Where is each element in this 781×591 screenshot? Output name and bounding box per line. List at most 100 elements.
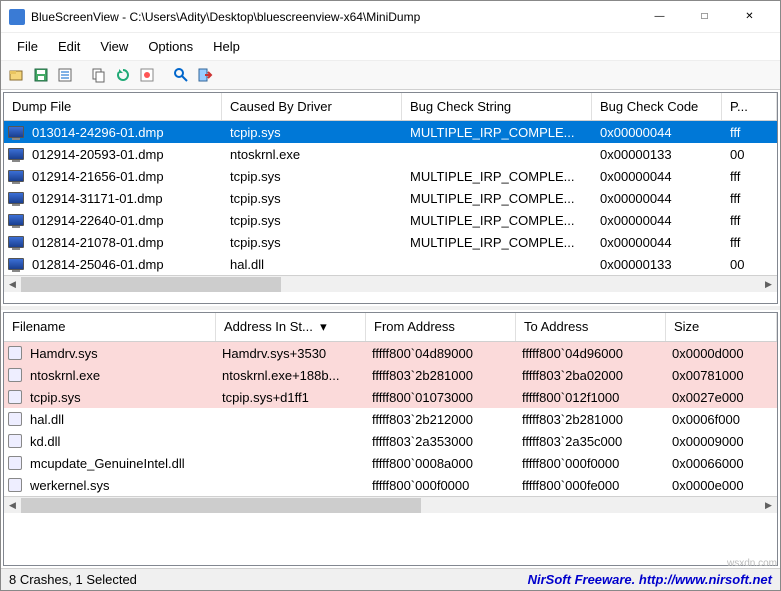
cell-size: 0x00009000 bbox=[664, 432, 764, 451]
driver-list-rows[interactable]: Hamdrv.sysHamdrv.sys+3530fffff800`04d890… bbox=[4, 342, 777, 496]
cell-driver: ntoskrnl.exe bbox=[222, 145, 402, 164]
driver-hscroll[interactable]: ◀ ▶ bbox=[4, 496, 777, 513]
status-link[interactable]: NirSoft Freeware. http://www.nirsoft.net bbox=[520, 572, 780, 587]
driver-list-header: Filename Address In St... ▾ From Address… bbox=[4, 313, 777, 342]
col-to-address[interactable]: To Address bbox=[516, 313, 666, 341]
table-row[interactable]: 013014-24296-01.dmptcpip.sysMULTIPLE_IRP… bbox=[4, 121, 777, 143]
properties-icon[interactable] bbox=[55, 65, 75, 85]
scroll-right-icon[interactable]: ▶ bbox=[760, 276, 777, 293]
table-row[interactable]: 012914-20593-01.dmpntoskrnl.exe0x0000013… bbox=[4, 143, 777, 165]
menu-file[interactable]: File bbox=[7, 35, 48, 58]
menu-edit[interactable]: Edit bbox=[48, 35, 90, 58]
cell-addr: Hamdrv.sys+3530 bbox=[214, 344, 364, 363]
window-title: BlueScreenView - C:\Users\Adity\Desktop\… bbox=[31, 10, 637, 24]
driver-icon bbox=[8, 456, 22, 470]
cell-addr: ntoskrnl.exe+188b... bbox=[214, 366, 364, 385]
table-row[interactable]: tcpip.systcpip.sys+d1ff1fffff800`0107300… bbox=[4, 386, 777, 408]
copy-icon[interactable] bbox=[89, 65, 109, 85]
cell-addr bbox=[214, 461, 364, 465]
monitor-icon bbox=[8, 192, 24, 204]
dump-hscroll[interactable]: ◀ ▶ bbox=[4, 275, 777, 292]
table-row[interactable]: hal.dllfffff803`2b212000fffff803`2b28100… bbox=[4, 408, 777, 430]
cell-to: fffff800`012f1000 bbox=[514, 388, 664, 407]
driver-icon bbox=[8, 434, 22, 448]
watermark: wsxdn.com bbox=[727, 558, 777, 569]
menu-view[interactable]: View bbox=[90, 35, 138, 58]
refresh-icon[interactable] bbox=[113, 65, 133, 85]
col-caused-by-driver[interactable]: Caused By Driver bbox=[222, 93, 402, 120]
cell-p: fff bbox=[722, 123, 762, 142]
table-row[interactable]: 012914-31171-01.dmptcpip.sysMULTIPLE_IRP… bbox=[4, 187, 777, 209]
cell-code: 0x00000044 bbox=[592, 189, 722, 208]
driver-icon bbox=[8, 478, 22, 492]
scroll-right-icon[interactable]: ▶ bbox=[760, 497, 777, 514]
close-button[interactable]: ✕ bbox=[727, 2, 772, 32]
driver-icon bbox=[8, 346, 22, 360]
cell-dump: 012814-21078-01.dmp bbox=[24, 233, 222, 252]
table-row[interactable]: kd.dllfffff803`2a353000fffff803`2a35c000… bbox=[4, 430, 777, 452]
open-icon[interactable] bbox=[7, 65, 27, 85]
cell-p: 00 bbox=[722, 145, 762, 164]
cell-from: fffff803`2b212000 bbox=[364, 410, 514, 429]
scroll-thumb[interactable] bbox=[21, 498, 421, 513]
col-from-address[interactable]: From Address bbox=[366, 313, 516, 341]
cell-p: fff bbox=[722, 167, 762, 186]
table-row[interactable]: werkernel.sysfffff800`000f0000fffff800`0… bbox=[4, 474, 777, 496]
exit-icon[interactable] bbox=[195, 65, 215, 85]
options-icon[interactable] bbox=[137, 65, 157, 85]
cell-p: fff bbox=[722, 189, 762, 208]
menu-help[interactable]: Help bbox=[203, 35, 250, 58]
cell-from: fffff800`0008a000 bbox=[364, 454, 514, 473]
status-text: 8 Crashes, 1 Selected bbox=[1, 572, 520, 587]
table-row[interactable]: 012814-21078-01.dmptcpip.sysMULTIPLE_IRP… bbox=[4, 231, 777, 253]
splitter[interactable] bbox=[1, 306, 780, 310]
table-row[interactable]: 012914-22640-01.dmptcpip.sysMULTIPLE_IRP… bbox=[4, 209, 777, 231]
monitor-icon bbox=[8, 148, 24, 160]
monitor-icon bbox=[8, 236, 24, 248]
cell-code: 0x00000044 bbox=[592, 123, 722, 142]
cell-addr bbox=[214, 483, 364, 487]
col-address-in-stack[interactable]: Address In St... ▾ bbox=[216, 313, 366, 341]
col-size[interactable]: Size bbox=[666, 313, 777, 341]
scroll-left-icon[interactable]: ◀ bbox=[4, 276, 21, 293]
scroll-left-icon[interactable]: ◀ bbox=[4, 497, 21, 514]
cell-dump: 012914-22640-01.dmp bbox=[24, 211, 222, 230]
cell-size: 0x0027e000 bbox=[664, 388, 764, 407]
titlebar: BlueScreenView - C:\Users\Adity\Desktop\… bbox=[1, 1, 780, 33]
cell-dump: 012814-25046-01.dmp bbox=[24, 255, 222, 274]
cell-driver: tcpip.sys bbox=[222, 167, 402, 186]
dump-list-rows[interactable]: 013014-24296-01.dmptcpip.sysMULTIPLE_IRP… bbox=[4, 121, 777, 275]
cell-file: tcpip.sys bbox=[22, 388, 214, 407]
find-icon[interactable] bbox=[171, 65, 191, 85]
driver-list-pane: Filename Address In St... ▾ From Address… bbox=[3, 312, 778, 566]
col-filename[interactable]: Filename bbox=[4, 313, 216, 341]
col-bug-check-string[interactable]: Bug Check String bbox=[402, 93, 592, 120]
driver-icon bbox=[8, 368, 22, 382]
table-row[interactable]: Hamdrv.sysHamdrv.sys+3530fffff800`04d890… bbox=[4, 342, 777, 364]
monitor-icon bbox=[8, 258, 24, 270]
col-dump-file[interactable]: Dump File bbox=[4, 93, 222, 120]
cell-code: 0x00000133 bbox=[592, 145, 722, 164]
cell-dump: 012914-21656-01.dmp bbox=[24, 167, 222, 186]
cell-code: 0x00000044 bbox=[592, 211, 722, 230]
scroll-thumb[interactable] bbox=[21, 277, 281, 292]
minimize-button[interactable]: — bbox=[637, 2, 682, 32]
table-row[interactable]: 012814-25046-01.dmphal.dll0x0000013300 bbox=[4, 253, 777, 275]
cell-from: fffff803`2a353000 bbox=[364, 432, 514, 451]
cell-to: fffff803`2a35c000 bbox=[514, 432, 664, 451]
cell-code: 0x00000044 bbox=[592, 167, 722, 186]
cell-p: fff bbox=[722, 233, 762, 252]
col-p[interactable]: P... bbox=[722, 93, 777, 120]
table-row[interactable]: ntoskrnl.exentoskrnl.exe+188b...fffff803… bbox=[4, 364, 777, 386]
cell-driver: tcpip.sys bbox=[222, 189, 402, 208]
menu-options[interactable]: Options bbox=[138, 35, 203, 58]
save-icon[interactable] bbox=[31, 65, 51, 85]
cell-driver: tcpip.sys bbox=[222, 233, 402, 252]
maximize-button[interactable]: □ bbox=[682, 2, 727, 32]
cell-to: fffff800`04d96000 bbox=[514, 344, 664, 363]
table-row[interactable]: mcupdate_GenuineIntel.dllfffff800`0008a0… bbox=[4, 452, 777, 474]
table-row[interactable]: 012914-21656-01.dmptcpip.sysMULTIPLE_IRP… bbox=[4, 165, 777, 187]
monitor-icon bbox=[8, 214, 24, 226]
col-bug-check-code[interactable]: Bug Check Code bbox=[592, 93, 722, 120]
cell-from: fffff803`2b281000 bbox=[364, 366, 514, 385]
